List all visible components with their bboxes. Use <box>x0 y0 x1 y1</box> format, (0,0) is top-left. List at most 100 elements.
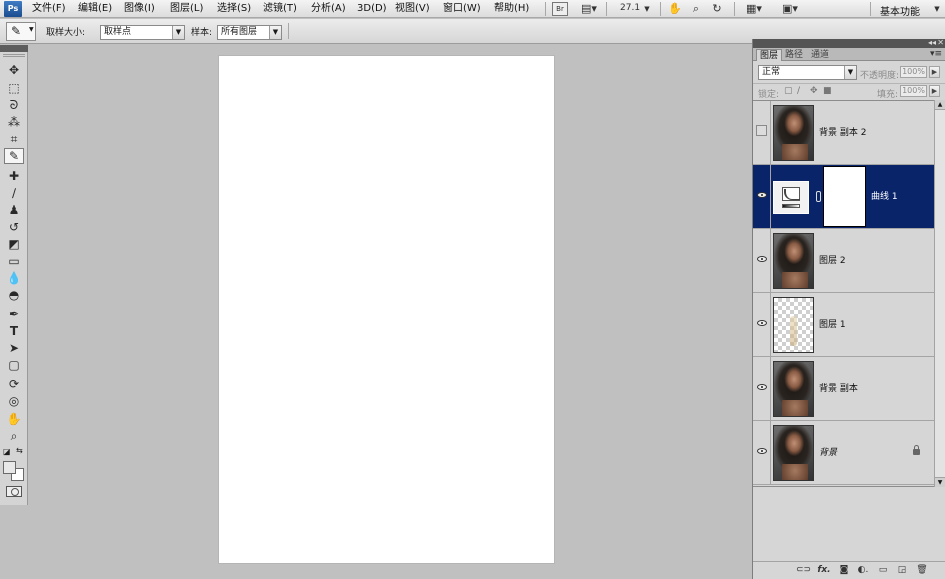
menu-filter[interactable]: 滤镜(T) <box>263 3 297 15</box>
curves-adjustment-icon[interactable] <box>773 181 809 214</box>
screen-mode-icon[interactable]: ▤▾ <box>578 2 600 16</box>
scroll-down-icon[interactable]: ▼ <box>935 477 945 487</box>
type-icon[interactable]: T <box>4 323 24 339</box>
chain-link-icon[interactable] <box>816 191 821 202</box>
layer-row[interactable]: 图层 1 <box>753 293 934 357</box>
layer-name[interactable]: 图层 1 <box>819 320 846 330</box>
opacity-field[interactable]: 100% <box>900 66 927 78</box>
zoom-level[interactable]: 27.1 <box>620 3 640 13</box>
tool-preset-picker[interactable]: ✎ ▼ <box>6 22 36 41</box>
menu-analysis[interactable]: 分析(A) <box>311 3 346 15</box>
visibility-cell[interactable] <box>753 357 771 420</box>
tab-channels[interactable]: 通道 <box>808 49 832 61</box>
sample-select[interactable]: 所有图层 ▼ <box>217 25 282 40</box>
crop-icon[interactable]: ⌗ <box>4 131 24 147</box>
fx-icon[interactable]: fx. <box>817 564 831 576</box>
panel-menu-icon[interactable]: ▾≡ <box>930 49 942 59</box>
menu-edit[interactable]: 编辑(E) <box>78 3 112 15</box>
healing-brush-icon[interactable]: ✚ <box>4 168 24 184</box>
visibility-cell[interactable] <box>753 229 771 292</box>
eye-icon[interactable] <box>757 320 767 326</box>
menu-select[interactable]: 选择(S) <box>217 3 251 15</box>
path-select-icon[interactable]: ➤ <box>4 340 24 356</box>
brush-icon[interactable]: ∕ <box>4 185 24 201</box>
lock-transparency-icon[interactable]: ▢ <box>784 86 793 96</box>
eye-icon[interactable] <box>757 256 767 262</box>
scroll-up-icon[interactable]: ▲ <box>935 100 945 110</box>
add-mask-icon[interactable]: ◙ <box>837 564 851 576</box>
swap-colors-icon[interactable]: ⇆ <box>16 446 23 455</box>
visibility-cell[interactable] <box>753 421 771 484</box>
fill-field[interactable]: 100% <box>900 85 927 97</box>
default-colors-icon[interactable]: ◪ <box>3 447 11 456</box>
layer-mask-thumbnail[interactable] <box>823 166 866 227</box>
zoom-tool-icon[interactable]: ⌕ <box>688 2 704 16</box>
eyedropper-icon[interactable]: ✎ <box>4 148 24 164</box>
lock-all-icon[interactable]: ■ <box>823 86 832 96</box>
eraser-icon[interactable]: ◩ <box>4 236 24 252</box>
blend-mode-select[interactable]: 正常 ▼ <box>758 65 857 80</box>
layer-row[interactable]: 曲线 1 <box>753 165 934 229</box>
hand-icon[interactable]: ✋ <box>4 411 24 427</box>
quick-mask-icon[interactable] <box>6 486 22 497</box>
workspace-switcher[interactable]: 基本功能 <box>880 3 920 18</box>
history-brush-icon[interactable]: ↺ <box>4 219 24 235</box>
menu-view[interactable]: 视图(V) <box>395 3 430 15</box>
layer-thumbnail[interactable] <box>773 425 814 481</box>
layer-row[interactable]: 图层 2 <box>753 229 934 293</box>
pen-icon[interactable]: ✒ <box>4 306 24 322</box>
layer-thumbnail[interactable] <box>773 361 814 417</box>
hand-tool-icon[interactable]: ✋ <box>667 2 683 16</box>
quick-select-icon[interactable]: ⁂ <box>4 114 24 130</box>
visibility-toggle[interactable] <box>756 125 767 136</box>
menu-image[interactable]: 图像(I) <box>124 3 155 15</box>
layer-thumbnail[interactable] <box>773 233 814 289</box>
3d-rotate-icon[interactable]: ⟳ <box>4 376 24 392</box>
foreground-color-swatch[interactable] <box>3 461 16 474</box>
link-layers-icon[interactable]: ⊂⊃ <box>796 564 811 576</box>
tab-paths[interactable]: 路径 <box>782 49 806 61</box>
layer-row[interactable]: 背景 副本 <box>753 357 934 421</box>
rectangle-icon[interactable]: ▢ <box>4 357 24 373</box>
menu-window[interactable]: 窗口(W) <box>443 3 481 15</box>
chevron-right-icon[interactable]: ▶ <box>929 85 940 97</box>
menu-layer[interactable]: 图层(L) <box>170 3 203 15</box>
adjustment-layer-icon[interactable]: ◐. <box>856 564 870 576</box>
workspace-dropdown-icon[interactable]: ▼ <box>932 2 942 16</box>
tab-layers[interactable]: 图层 <box>756 49 783 61</box>
3d-orbit-icon[interactable]: ◎ <box>4 393 24 409</box>
toolbox-header[interactable] <box>0 45 28 52</box>
document-canvas[interactable] <box>219 56 554 563</box>
arrange-documents-icon[interactable]: ▦▾ <box>742 2 766 16</box>
toolbox-grip[interactable] <box>3 54 25 57</box>
layer-name[interactable]: 图层 2 <box>819 256 846 266</box>
layer-name[interactable]: 曲线 1 <box>871 192 898 202</box>
layers-scrollbar[interactable]: ▲ ▼ <box>934 100 945 487</box>
zoom-dropdown-icon[interactable]: ▼ <box>642 2 652 16</box>
screen-layout-icon[interactable]: ▣▾ <box>778 2 802 16</box>
visibility-cell[interactable] <box>753 101 771 164</box>
layer-thumbnail[interactable] <box>773 297 814 353</box>
clone-stamp-icon[interactable]: ♟ <box>4 202 24 218</box>
visibility-cell[interactable] <box>753 293 771 356</box>
new-layer-icon[interactable]: ◲ <box>895 564 909 576</box>
close-icon[interactable]: ✕ <box>937 38 944 47</box>
dodge-icon[interactable]: ◓ <box>4 287 24 303</box>
sample-size-select[interactable]: 取样点 ▼ <box>100 25 185 40</box>
layer-row[interactable]: 背景 副本 2 <box>753 101 934 165</box>
move-icon[interactable]: ✥ <box>4 62 24 78</box>
gradient-icon[interactable]: ▭ <box>4 253 24 269</box>
lock-pixels-icon[interactable]: ∕ <box>797 86 800 96</box>
eye-icon[interactable] <box>757 448 767 454</box>
eye-icon[interactable] <box>757 192 767 198</box>
zoom-icon[interactable]: ⌕ <box>4 428 24 444</box>
lock-position-icon[interactable]: ✥ <box>810 86 818 96</box>
eye-icon[interactable] <box>757 384 767 390</box>
menu-file[interactable]: 文件(F) <box>32 3 66 15</box>
trash-icon[interactable]: 🗑 <box>915 564 929 576</box>
blur-icon[interactable]: 💧 <box>4 270 24 286</box>
layer-thumbnail[interactable] <box>773 105 814 161</box>
layer-row[interactable]: 背景 <box>753 421 934 485</box>
menu-3d[interactable]: 3D(D) <box>357 3 387 15</box>
chevron-right-icon[interactable]: ▶ <box>929 66 940 78</box>
